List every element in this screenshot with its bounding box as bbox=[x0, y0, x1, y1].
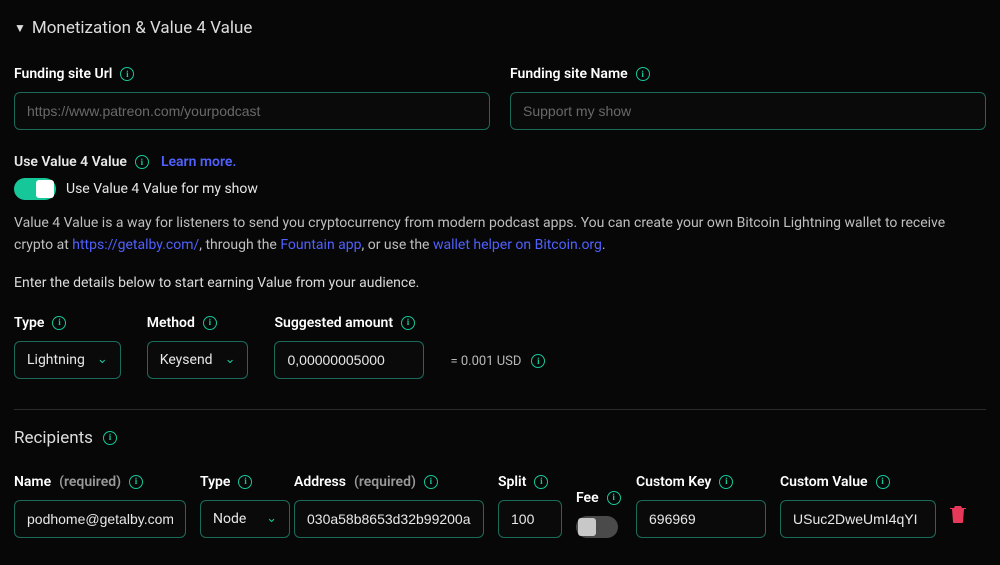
info-icon[interactable]: i bbox=[52, 316, 66, 330]
recipient-type-label: Type bbox=[200, 474, 230, 490]
info-icon[interactable]: i bbox=[129, 475, 143, 489]
info-icon[interactable]: i bbox=[719, 475, 733, 489]
funding-name-input[interactable] bbox=[510, 92, 986, 130]
type-select[interactable]: Lightning ⌄ bbox=[14, 341, 121, 379]
recipient-fee-toggle[interactable] bbox=[576, 516, 618, 538]
method-value: Keysend bbox=[160, 352, 213, 368]
recipients-heading: Recipients bbox=[14, 428, 93, 448]
v4v-description: Value 4 Value is a way for listeners to … bbox=[14, 212, 986, 257]
usd-equivalent: = 0.001 USD bbox=[450, 354, 521, 369]
info-icon[interactable]: i bbox=[135, 155, 149, 169]
info-icon[interactable]: i bbox=[607, 491, 621, 505]
v4v-instruction: Enter the details below to start earning… bbox=[14, 275, 986, 291]
funding-url-input[interactable] bbox=[14, 92, 490, 130]
info-icon[interactable]: i bbox=[203, 316, 217, 330]
section-header[interactable]: ▼ Monetization & Value 4 Value bbox=[14, 18, 986, 38]
learn-more-link[interactable]: Learn more. bbox=[161, 154, 236, 170]
info-icon[interactable]: i bbox=[424, 475, 438, 489]
info-icon[interactable]: i bbox=[401, 316, 415, 330]
method-select[interactable]: Keysend ⌄ bbox=[147, 341, 249, 379]
recipient-ckey-input[interactable] bbox=[636, 500, 766, 538]
section-title: Monetization & Value 4 Value bbox=[32, 18, 253, 38]
recipient-cval-label: Custom Value bbox=[780, 474, 868, 490]
fountain-link[interactable]: Fountain app bbox=[280, 237, 361, 253]
recipient-name-label: Name bbox=[14, 474, 51, 490]
funding-name-label: Funding site Name bbox=[510, 66, 628, 82]
method-label: Method bbox=[147, 315, 195, 331]
recipient-split-label: Split bbox=[498, 474, 526, 490]
divider bbox=[14, 409, 986, 410]
recipient-address-input[interactable] bbox=[294, 500, 484, 538]
recipient-row: Name (required) i Type i Node ⌄ Address … bbox=[14, 474, 986, 538]
bitcoin-helper-link[interactable]: wallet helper on Bitcoin.org bbox=[433, 237, 602, 253]
recipient-cval-input[interactable] bbox=[780, 500, 936, 538]
funding-url-label: Funding site Url bbox=[14, 66, 112, 82]
info-icon[interactable]: i bbox=[636, 67, 650, 81]
info-icon[interactable]: i bbox=[876, 475, 890, 489]
suggested-amount-label: Suggested amount bbox=[274, 315, 393, 331]
type-label: Type bbox=[14, 315, 44, 331]
recipient-name-input[interactable] bbox=[14, 500, 186, 538]
info-icon[interactable]: i bbox=[531, 354, 545, 368]
info-icon[interactable]: i bbox=[120, 67, 134, 81]
getalby-link[interactable]: https://getalby.com/ bbox=[72, 237, 199, 253]
collapse-triangle-icon: ▼ bbox=[14, 21, 26, 35]
info-icon[interactable]: i bbox=[238, 475, 252, 489]
chevron-down-icon: ⌄ bbox=[97, 352, 108, 367]
v4v-toggle-label: Use Value 4 Value for my show bbox=[66, 181, 258, 197]
v4v-toggle[interactable] bbox=[14, 178, 56, 200]
delete-recipient-button[interactable] bbox=[950, 505, 966, 538]
info-icon[interactable]: i bbox=[103, 431, 117, 445]
suggested-amount-input[interactable] bbox=[274, 341, 424, 379]
trash-icon bbox=[950, 505, 966, 523]
recipient-fee-label: Fee bbox=[576, 490, 599, 506]
chevron-down-icon: ⌄ bbox=[225, 352, 236, 367]
recipient-split-input[interactable] bbox=[498, 500, 562, 538]
v4v-label: Use Value 4 Value bbox=[14, 154, 127, 170]
recipient-type-value: Node bbox=[213, 511, 246, 527]
recipient-ckey-label: Custom Key bbox=[636, 474, 711, 490]
chevron-down-icon: ⌄ bbox=[266, 511, 277, 526]
type-value: Lightning bbox=[27, 352, 85, 368]
recipient-type-select[interactable]: Node ⌄ bbox=[200, 500, 290, 538]
recipient-address-label: Address bbox=[294, 474, 346, 490]
info-icon[interactable]: i bbox=[534, 475, 548, 489]
